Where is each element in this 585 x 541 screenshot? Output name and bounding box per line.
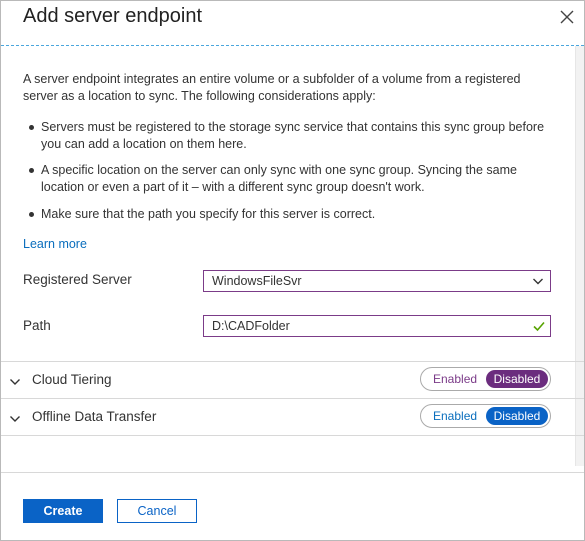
path-label: Path <box>23 318 51 333</box>
checkmark-icon <box>532 319 546 336</box>
chevron-down-icon[interactable] <box>9 374 21 392</box>
create-button[interactable]: Create <box>23 499 103 523</box>
offline-data-transfer-section[interactable]: Offline Data Transfer Enabled Disabled <box>1 398 584 436</box>
registered-server-value: WindowsFileSvr <box>212 274 302 288</box>
offline-data-transfer-title: Offline Data Transfer <box>32 409 157 424</box>
consideration-bullet: Servers must be registered to the storag… <box>29 119 551 153</box>
path-value: D:\CADFolder <box>212 319 290 333</box>
offline-data-transfer-toggle[interactable]: Enabled Disabled <box>420 404 551 428</box>
consideration-bullet: A specific location on the server can on… <box>29 162 551 196</box>
learn-more-link[interactable]: Learn more <box>23 237 87 251</box>
intro-text: A server endpoint integrates an entire v… <box>23 72 521 103</box>
toggle-disabled-option[interactable]: Disabled <box>486 407 548 425</box>
chevron-down-icon <box>532 275 544 290</box>
cancel-button[interactable]: Cancel <box>117 499 197 523</box>
toggle-enabled-option[interactable]: Enabled <box>433 409 477 423</box>
add-server-endpoint-dialog: Add server endpoint A server endpoint in… <box>0 0 585 541</box>
toggle-enabled-option[interactable]: Enabled <box>433 372 477 386</box>
registered-server-label: Registered Server <box>23 272 132 287</box>
dialog-title: Add server endpoint <box>23 5 203 27</box>
registered-server-dropdown[interactable]: WindowsFileSvr <box>203 270 551 292</box>
toggle-disabled-option[interactable]: Disabled <box>486 370 548 388</box>
dialog-header: Add server endpoint <box>1 1 584 46</box>
footer-divider <box>1 472 584 473</box>
path-input[interactable]: D:\CADFolder <box>203 315 551 337</box>
cloud-tiering-title: Cloud Tiering <box>32 372 112 387</box>
consideration-bullet: Make sure that the path you specify for … <box>29 206 551 223</box>
cloud-tiering-toggle[interactable]: Enabled Disabled <box>420 367 551 391</box>
cloud-tiering-section[interactable]: Cloud Tiering Enabled Disabled <box>1 361 584 398</box>
chevron-down-icon[interactable] <box>9 411 21 429</box>
close-icon[interactable] <box>558 8 576 26</box>
